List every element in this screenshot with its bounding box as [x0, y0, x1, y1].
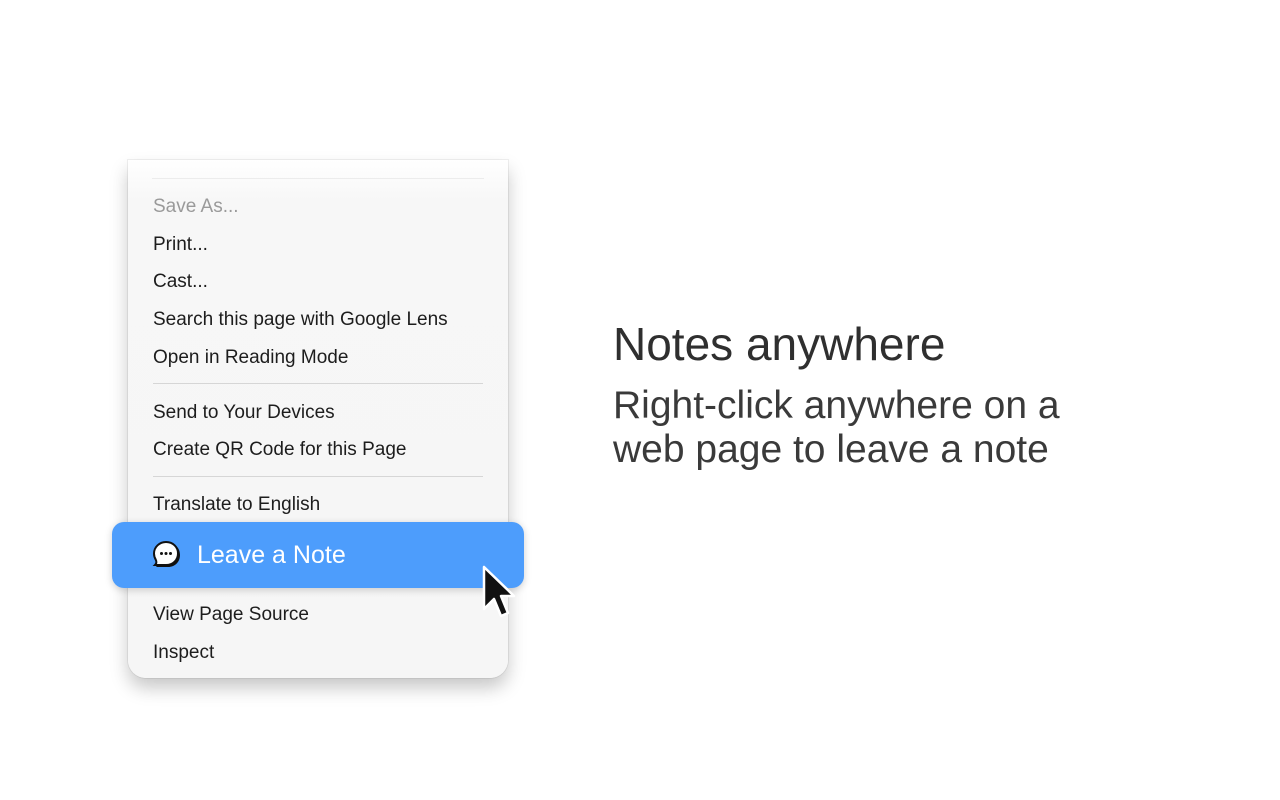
menu-item-inspect[interactable]: Inspect: [153, 641, 214, 665]
menu-item-view-source[interactable]: View Page Source: [153, 603, 309, 627]
context-menu: Save As... Print... Cast... Search this …: [128, 160, 508, 678]
speech-bubble-icon: [152, 540, 180, 567]
menu-item-cast[interactable]: Cast...: [153, 270, 208, 294]
promo-headline: Notes anywhere: [613, 318, 946, 370]
menu-item-save-as[interactable]: Save As...: [153, 195, 239, 219]
menu-item-qr-code[interactable]: Create QR Code for this Page: [153, 438, 406, 462]
menu-separator: [153, 476, 483, 477]
menu-separator: [153, 383, 483, 384]
leave-a-note-label: Leave a Note: [197, 541, 346, 569]
menu-item-translate[interactable]: Translate to English: [153, 493, 320, 517]
menu-top-divider: [152, 178, 484, 179]
menu-item-send-to-devices[interactable]: Send to Your Devices: [153, 401, 335, 425]
menu-item-print[interactable]: Print...: [153, 233, 208, 257]
menu-item-reading-mode[interactable]: Open in Reading Mode: [153, 346, 348, 370]
mouse-pointer-icon: [482, 565, 516, 618]
menu-item-google-lens[interactable]: Search this page with Google Lens: [153, 308, 448, 332]
promo-subline: Right-click anywhere on a web page to le…: [613, 384, 1060, 471]
menu-item-leave-a-note[interactable]: Leave a Note: [112, 522, 524, 588]
